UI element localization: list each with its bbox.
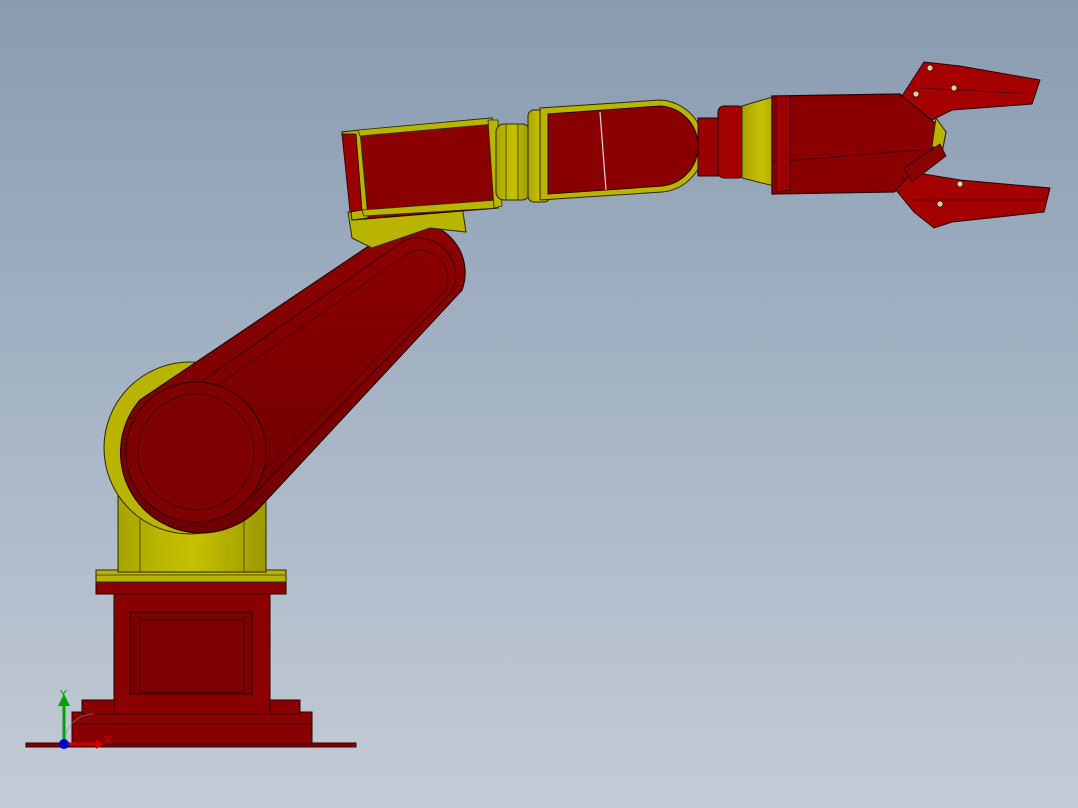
gripper-finger-upper[interactable]: [901, 61, 1041, 121]
3d-viewport[interactable]: Y X: [0, 0, 1078, 808]
forearm-housing[interactable]: [341, 117, 503, 221]
wrist-flange[interactable]: [697, 95, 783, 189]
triad-z-axis: [59, 739, 69, 749]
upper-arm-link[interactable]: [119, 222, 466, 534]
triad-x-label: X: [104, 734, 112, 747]
robot-arm-model[interactable]: Y X: [0, 0, 1078, 808]
wrist-roll-body[interactable]: [539, 99, 705, 201]
triad-y-label: Y: [59, 688, 67, 701]
base-pedestal[interactable]: [95, 579, 287, 715]
